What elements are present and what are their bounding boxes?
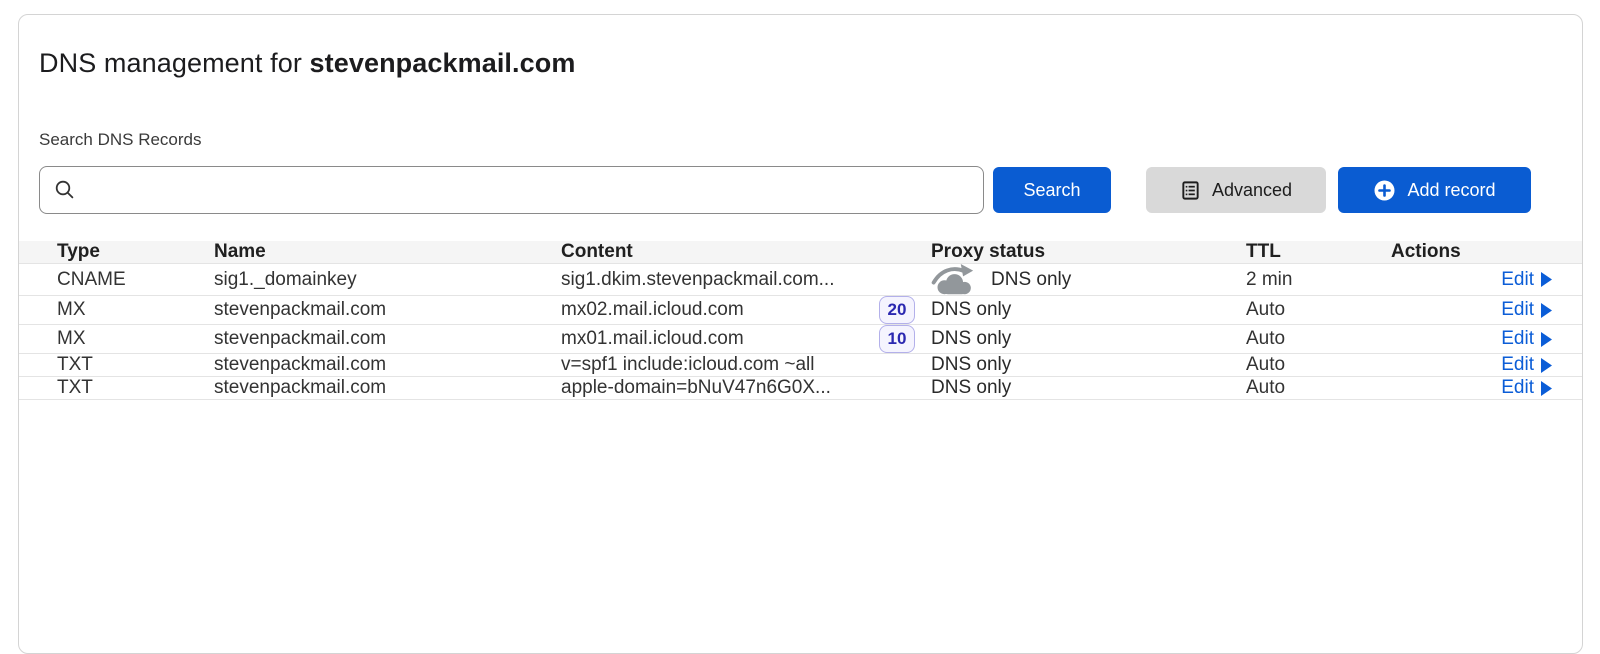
table-row: MX stevenpackmail.com mx01.mail.icloud.c… [19, 324, 1582, 353]
table-row: TXT stevenpackmail.com apple-domain=bNuV… [19, 376, 1582, 399]
column-header-actions: Actions [1391, 241, 1552, 263]
edit-link[interactable]: Edit [1501, 299, 1552, 321]
edit-link-label: Edit [1501, 269, 1534, 291]
record-name: stevenpackmail.com [214, 354, 561, 376]
table-bottom-divider [19, 399, 1582, 400]
record-content: mx01.mail.icloud.com [561, 328, 744, 350]
edit-link-label: Edit [1501, 299, 1534, 321]
record-content: v=spf1 include:icloud.com ~all [561, 354, 814, 376]
actions-cell: Edit [1391, 377, 1552, 399]
record-content-cell: apple-domain=bNuV47n6G0X... [561, 377, 931, 399]
actions-cell: Edit [1391, 354, 1552, 376]
table-row: TXT stevenpackmail.com v=spf1 include:ic… [19, 353, 1582, 376]
column-header-content: Content [561, 241, 931, 263]
record-content-cell: mx01.mail.icloud.com 10 [561, 325, 931, 353]
edit-link[interactable]: Edit [1501, 377, 1552, 399]
record-content: mx02.mail.icloud.com [561, 299, 744, 321]
add-record-button-label: Add record [1407, 180, 1495, 201]
search-input[interactable] [39, 166, 984, 214]
edit-chevron-icon [1541, 381, 1552, 396]
proxy-status-text: DNS only [991, 269, 1071, 291]
column-header-ttl: TTL [1246, 241, 1391, 263]
advanced-button-label: Advanced [1212, 180, 1292, 201]
record-type: CNAME [57, 269, 214, 291]
record-name: stevenpackmail.com [214, 299, 561, 321]
ttl-cell: 2 min [1246, 269, 1391, 291]
record-type: MX [57, 299, 214, 321]
edit-link-label: Edit [1501, 354, 1534, 376]
record-content-cell: mx02.mail.icloud.com 20 [561, 296, 931, 324]
plus-circle-icon [1373, 179, 1396, 202]
table-body: CNAME sig1._domainkey sig1.dkim.stevenpa… [19, 263, 1582, 399]
search-button[interactable]: Search [993, 167, 1111, 213]
column-header-type: Type [57, 241, 214, 263]
record-content: apple-domain=bNuV47n6G0X... [561, 377, 831, 399]
search-label: Search DNS Records [39, 128, 1582, 152]
dns-management-card: DNS management for stevenpackmail.com Se… [18, 14, 1583, 654]
add-record-button[interactable]: Add record [1338, 167, 1531, 213]
edit-chevron-icon [1541, 303, 1552, 318]
edit-link[interactable]: Edit [1501, 354, 1552, 376]
table-row: CNAME sig1._domainkey sig1.dkim.stevenpa… [19, 263, 1582, 295]
table-header-row: Type Name Content Proxy status TTL Actio… [19, 241, 1582, 263]
search-toolbar: Search Advanced [39, 166, 1582, 214]
priority-badge: 10 [879, 325, 915, 353]
ttl-cell: Auto [1246, 299, 1391, 321]
record-type: TXT [57, 377, 214, 399]
proxy-status-text: DNS only [931, 299, 1011, 321]
edit-chevron-icon [1541, 272, 1552, 287]
record-name: stevenpackmail.com [214, 377, 561, 399]
dns-records-table: Type Name Content Proxy status TTL Actio… [19, 241, 1582, 400]
record-type: TXT [57, 354, 214, 376]
page-title: DNS management for stevenpackmail.com [19, 15, 1582, 81]
search-box [39, 166, 984, 214]
list-document-icon [1180, 180, 1201, 201]
edit-link-label: Edit [1501, 377, 1534, 399]
edit-chevron-icon [1541, 358, 1552, 373]
proxy-status-text: DNS only [931, 377, 1011, 399]
column-header-name: Name [214, 241, 561, 263]
proxy-status-cell: DNS only [931, 354, 1246, 376]
record-content-cell: sig1.dkim.stevenpackmail.com... [561, 269, 931, 291]
actions-cell: Edit [1391, 269, 1552, 291]
proxy-status-text: DNS only [931, 328, 1011, 350]
column-header-proxy-status: Proxy status [931, 241, 1246, 263]
proxy-status-text: DNS only [931, 354, 1011, 376]
record-type: MX [57, 328, 214, 350]
actions-cell: Edit [1391, 328, 1552, 350]
page-title-domain: stevenpackmail.com [310, 48, 576, 78]
edit-link[interactable]: Edit [1501, 269, 1552, 291]
ttl-cell: Auto [1246, 377, 1391, 399]
proxy-status-cell: DNS only [931, 264, 1246, 295]
record-content: sig1.dkim.stevenpackmail.com... [561, 269, 835, 291]
priority-badge: 20 [879, 296, 915, 324]
edit-link-label: Edit [1501, 328, 1534, 350]
ttl-cell: Auto [1246, 328, 1391, 350]
record-name: sig1._domainkey [214, 269, 561, 291]
advanced-button[interactable]: Advanced [1146, 167, 1326, 213]
page-title-prefix: DNS management for [39, 48, 310, 78]
search-icon [54, 179, 75, 205]
record-content-cell: v=spf1 include:icloud.com ~all [561, 354, 931, 376]
cloud-dns-only-icon [931, 264, 975, 295]
record-name: stevenpackmail.com [214, 328, 561, 350]
edit-chevron-icon [1541, 332, 1552, 347]
proxy-status-cell: DNS only [931, 299, 1246, 321]
table-row: MX stevenpackmail.com mx02.mail.icloud.c… [19, 295, 1582, 324]
proxy-status-cell: DNS only [931, 377, 1246, 399]
proxy-status-cell: DNS only [931, 328, 1246, 350]
edit-link[interactable]: Edit [1501, 328, 1552, 350]
actions-cell: Edit [1391, 299, 1552, 321]
ttl-cell: Auto [1246, 354, 1391, 376]
